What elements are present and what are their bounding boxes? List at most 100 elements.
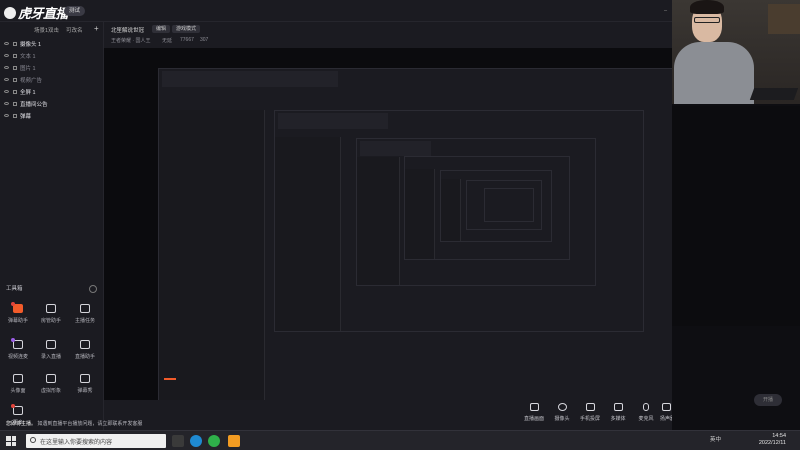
live-screen-button[interactable]: 直播画面 [520, 403, 548, 422]
source-item[interactable]: 全屏 1 [4, 88, 100, 98]
windows-start-icon[interactable] [6, 436, 16, 446]
microphone-button[interactable]: 麦克风 [632, 403, 660, 422]
windows-taskbar: 在这里输入你要搜索的内容 英中 14:54 2022/12/11 [0, 430, 800, 450]
image-source-icon [13, 66, 17, 70]
webcam-feed: 开播 [672, 0, 800, 430]
source-item[interactable]: 直播间公告 [4, 100, 100, 110]
preview-area: 北笙解说世冠 编辑 游戏模式 王者荣耀 · 国人王 无延 77667 307 直… [104, 22, 675, 430]
room-id-label: 77667 [180, 37, 194, 43]
wechat-icon[interactable] [208, 435, 220, 447]
game-mode-button[interactable]: 游戏模式 [172, 25, 201, 33]
scene-tab-1[interactable]: 场景1 [34, 26, 48, 34]
task-view-icon[interactable] [172, 435, 184, 447]
media-icon [613, 403, 623, 411]
eye-icon[interactable] [4, 102, 9, 105]
add-scene-button[interactable]: + [94, 24, 99, 33]
category-label: 王者荣耀 · 国人王 [111, 38, 151, 44]
toolbox-title: 工具箱 [6, 286, 23, 292]
fullscreen-source-icon [13, 90, 17, 94]
camera-source-icon [13, 42, 17, 46]
eye-icon[interactable] [4, 42, 9, 45]
tray-language[interactable]: 英中 [710, 435, 721, 443]
phone-icon [585, 403, 595, 411]
tool-avatar[interactable]: 头像面 [3, 374, 33, 404]
eye-icon[interactable] [4, 90, 9, 93]
preview-header: 北笙解说世冠 编辑 游戏模式 王者荣耀 · 国人王 无延 77667 307 [104, 22, 672, 48]
avatar-icon [13, 374, 23, 383]
stream-title: 北笙解说世冠 [111, 28, 145, 34]
webcam-person-hair [690, 0, 724, 14]
notice-source-icon [13, 102, 17, 106]
phone-cast-button[interactable]: 手机投屏 [576, 403, 604, 422]
speaker-icon [661, 403, 671, 411]
eye-icon[interactable] [4, 66, 9, 69]
webcam-echo [672, 106, 800, 326]
search-icon [30, 437, 36, 443]
screen-icon [529, 403, 539, 411]
admin-icon [46, 304, 56, 313]
tool-danmu-show[interactable]: 弹幕秀 [70, 374, 100, 404]
viewer-count: 307 [200, 37, 209, 43]
source-item[interactable]: 文本 1 [4, 52, 100, 62]
source-item[interactable]: 摄像头 1 [4, 40, 100, 50]
scene-tab-2[interactable]: 双击 [48, 26, 59, 34]
toolbox-more-icon[interactable] [89, 285, 97, 293]
microphone-icon [643, 403, 649, 411]
sources-panel: 场景1 双击 可改名 + 摄像头 1 文本 1 图片 1 视频广告 全屏 1 直… [0, 22, 104, 430]
app-logo-text: 虎牙直播 [18, 7, 69, 22]
tool-virtual-image[interactable]: 虚拟形象 [36, 374, 66, 404]
preview-canvas[interactable] [104, 48, 672, 400]
camera-button[interactable]: 摄像头 [548, 403, 576, 422]
webcam-shelf [768, 4, 800, 34]
tool-record[interactable]: 录入直播 [36, 340, 66, 370]
taskbar-search-box[interactable]: 在这里输入你要搜索的内容 [26, 434, 166, 448]
source-item[interactable]: 弹幕 [4, 112, 100, 122]
assistant-icon [80, 340, 90, 349]
edit-title-button[interactable]: 编辑 [152, 25, 171, 33]
huya-app-icon[interactable] [228, 435, 240, 447]
taskbar-clock[interactable]: 14:54 2022/12/11 [759, 433, 786, 447]
notice-prefix: 您即将主播。 [6, 421, 37, 427]
eye-icon[interactable] [4, 54, 9, 57]
search-placeholder: 在这里输入你要搜索的内容 [40, 440, 113, 446]
scene-tabs: 场景1 双击 可改名 + [0, 24, 104, 36]
virtual-icon [46, 374, 56, 383]
media-button[interactable]: 多媒体 [604, 403, 632, 422]
webcam-person-body [674, 42, 754, 104]
webcam-person-glasses [694, 17, 720, 23]
edge-browser-icon[interactable] [190, 435, 202, 447]
clock-date: 2022/12/11 [758, 440, 786, 446]
video-source-icon [13, 78, 17, 82]
control-bar: 直播画面 摄像头 手机投屏 多媒体 麦克风 扬声器 [104, 400, 675, 430]
beta-pill[interactable]: 测试 [64, 6, 86, 16]
source-item[interactable]: 视频广告 [4, 76, 100, 86]
tool-host-tasks[interactable]: 主播任务 [70, 304, 100, 334]
eye-icon[interactable] [4, 114, 9, 117]
notice-bar: 您即将主播。 如遇到直播平台播放问题，请立即联系开发客服 [6, 420, 142, 427]
speaker-button[interactable]: 扬声器 [660, 403, 675, 422]
webcam-keyboard [749, 88, 799, 100]
tool-danmu-assistant[interactable]: 弹幕助手 [3, 302, 33, 334]
tool-video-link[interactable]: 视频连麦 [3, 338, 33, 370]
nested-highlight [164, 378, 176, 380]
clock-time: 14:54 [772, 433, 786, 439]
app-logo: 虎牙直播 [4, 3, 69, 22]
danmu-icon [11, 302, 23, 313]
record-icon [46, 340, 56, 349]
delay-label: 无延 [162, 38, 173, 44]
video-link-icon [11, 338, 23, 349]
huya-logo-icon [4, 7, 16, 19]
eye-icon[interactable] [4, 78, 9, 81]
nested-capture-7 [484, 188, 534, 222]
tool-live-assistant[interactable]: 直播助手 [70, 340, 100, 370]
more-icon [11, 404, 23, 415]
minimize-icon[interactable]: – [664, 6, 670, 16]
task-icon [80, 304, 90, 313]
source-item[interactable]: 图片 1 [4, 64, 100, 74]
notice-text: 如遇到直播平台播放问题，请立即联系开发客服 [37, 421, 143, 427]
danmu-show-icon [80, 374, 90, 383]
scene-tab-3[interactable]: 可改名 [66, 26, 83, 34]
go-live-button[interactable]: 开播 [754, 394, 782, 406]
danmu-source-icon [13, 114, 17, 118]
tool-room-admin[interactable]: 房管助手 [36, 304, 66, 334]
